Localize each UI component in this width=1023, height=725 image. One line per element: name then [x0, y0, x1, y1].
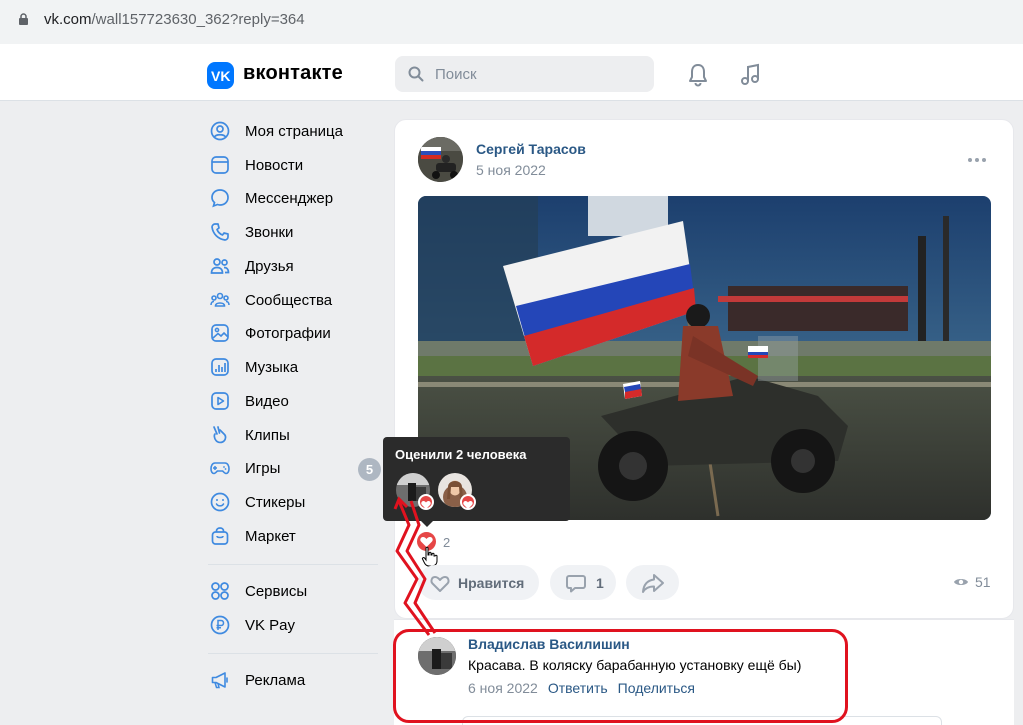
- phone-icon: [211, 223, 229, 241]
- sidebar-item-photos[interactable]: Фотографии: [210, 318, 380, 348]
- gamepad-icon: [210, 462, 230, 475]
- megaphone-icon: [211, 672, 228, 689]
- friends-icon: [210, 258, 230, 274]
- share-arrow-icon: [642, 573, 664, 593]
- views-count: 51: [975, 574, 991, 590]
- music-icon: [211, 358, 229, 376]
- logo-text[interactable]: вконтакте: [243, 62, 343, 85]
- shopping-bag-icon: [211, 527, 229, 545]
- chat-bubble-icon: [211, 189, 229, 208]
- sidebar-item-games[interactable]: Игры: [210, 453, 380, 483]
- sidebar-item-calls[interactable]: Звонки: [210, 217, 380, 247]
- sidebar-item-label: Звонки: [245, 223, 294, 241]
- bell-icon[interactable]: [685, 62, 711, 88]
- annotation-zigzag-arrow: [393, 496, 437, 636]
- post-author-name[interactable]: Сергей Тарасов: [476, 141, 586, 157]
- sidebar-item-label: Видео: [245, 392, 289, 410]
- eye-icon: [954, 579, 968, 585]
- photo-icon: [211, 324, 229, 342]
- comments-count: 1: [596, 574, 604, 591]
- sidebar-item-label: Мессенджер: [245, 189, 334, 207]
- video-icon: [211, 392, 229, 410]
- user-circle-icon: [210, 121, 230, 141]
- sidebar-item-label: Музыка: [245, 358, 299, 376]
- communities-icon: [210, 292, 230, 307]
- sidebar-item-vkpay[interactable]: VK Pay: [210, 610, 380, 640]
- sidebar-item-messenger[interactable]: Мессенджер: [210, 183, 380, 213]
- sidebar-item-label: Фотографии: [245, 324, 331, 342]
- comment-button[interactable]: 1: [550, 565, 616, 600]
- vk-logo-icon[interactable]: VK: [207, 62, 234, 89]
- url-host: vk.com: [44, 11, 92, 28]
- sidebar-item-my-page[interactable]: Моя страница: [210, 116, 380, 146]
- search-box[interactable]: [395, 56, 654, 92]
- sidebar-item-services[interactable]: Сервисы: [210, 576, 380, 606]
- sidebar-item-label: Маркет: [245, 527, 296, 545]
- smile-icon: [210, 492, 230, 512]
- music-note-icon[interactable]: [738, 62, 764, 88]
- sidebar-item-label: Сообщества: [245, 291, 333, 309]
- share-button[interactable]: [626, 565, 679, 600]
- sidebar-item-label: Друзья: [245, 257, 294, 275]
- sidebar-item-label: Сервисы: [245, 582, 308, 600]
- sidebar-item-ads[interactable]: Реклама: [210, 665, 380, 695]
- news-icon: [211, 156, 229, 174]
- sidebar-item-label: Новости: [245, 156, 304, 174]
- sidebar-item-stickers[interactable]: Стикеры: [210, 487, 380, 517]
- sidebar-item-friends[interactable]: Друзья: [210, 251, 380, 281]
- post-date[interactable]: 5 ноя 2022: [476, 162, 546, 178]
- svg-text:VK: VK: [211, 68, 230, 84]
- sidebar-item-label: Моя страница: [245, 122, 343, 140]
- games-badge: 5: [358, 458, 381, 481]
- likes-tooltip-title[interactable]: Оценили 2 человека: [395, 447, 526, 462]
- post-author-avatar[interactable]: [418, 137, 463, 182]
- like-button-label: Нравится: [458, 574, 525, 591]
- sidebar-divider: [208, 653, 378, 654]
- comment-icon: [566, 574, 586, 592]
- clips-icon: [213, 426, 227, 444]
- search-icon: [408, 66, 424, 82]
- search-input[interactable]: [435, 64, 635, 84]
- sidebar-item-music[interactable]: Музыка: [210, 352, 380, 382]
- sidebar-item-communities[interactable]: Сообщества: [210, 285, 380, 315]
- sidebar-item-label: Клипы: [245, 426, 290, 444]
- sidebar-item-clips[interactable]: Клипы: [210, 420, 380, 450]
- like-heart-icon: [460, 494, 476, 510]
- url-path: /wall157723630_362?reply=364: [91, 11, 305, 28]
- url-text[interactable]: vk.com/wall157723630_362?reply=364: [44, 11, 305, 28]
- sidebar-item-market[interactable]: Маркет: [210, 521, 380, 551]
- sidebar-item-label: Реклама: [245, 671, 306, 689]
- sidebar-item-label: Стикеры: [245, 493, 306, 511]
- sidebar-item-label: VK Pay: [245, 616, 296, 634]
- sidebar-item-label: Игры: [245, 459, 281, 477]
- annotation-highlight-box: [393, 629, 848, 723]
- services-icon: [211, 582, 229, 600]
- sidebar-divider: [208, 564, 378, 565]
- lock-icon: [19, 13, 28, 25]
- sidebar-item-news[interactable]: Новости: [210, 150, 380, 180]
- rouble-icon: [210, 615, 230, 635]
- sidebar-item-video[interactable]: Видео: [210, 386, 380, 416]
- more-options-icon[interactable]: [966, 150, 988, 170]
- browser-url-bar[interactable]: vk.com/wall157723630_362?reply=364: [0, 0, 1023, 44]
